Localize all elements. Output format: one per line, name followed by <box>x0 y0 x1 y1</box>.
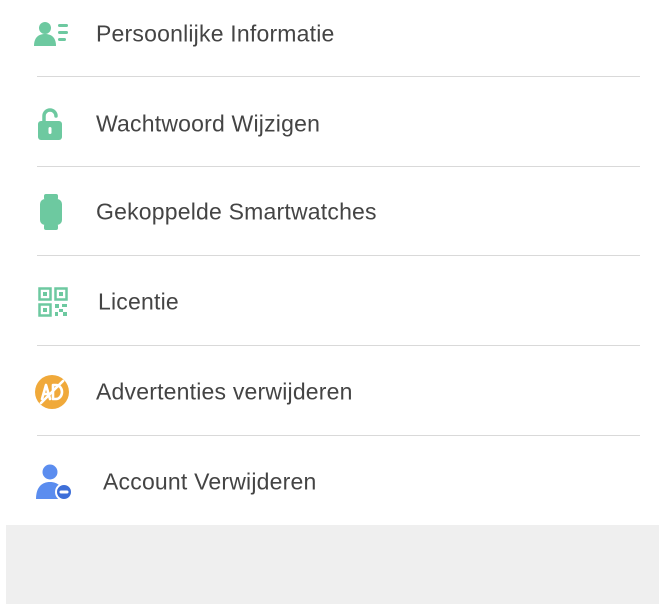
menu-item-delete-account[interactable]: Account Verwijderen <box>0 438 659 526</box>
lock-icon <box>38 108 62 140</box>
menu-item-license[interactable]: Licentie <box>0 258 659 346</box>
divider <box>37 345 640 346</box>
footer-area <box>6 525 659 604</box>
menu-item-change-password[interactable]: Wachtwoord Wijzigen <box>0 80 659 168</box>
divider <box>37 76 640 77</box>
account-settings-menu: Persoonlijke Informatie Wachtwoord Wijzi… <box>0 0 659 524</box>
menu-item-label: Account Verwijderen <box>103 468 317 495</box>
person-info-icon <box>34 22 68 46</box>
smartwatch-icon <box>40 194 62 230</box>
menu-item-label: Licentie <box>98 288 179 315</box>
menu-item-label: Persoonlijke Informatie <box>96 20 335 47</box>
no-ads-icon <box>35 375 69 409</box>
menu-item-linked-smartwatches[interactable]: Gekoppelde Smartwatches <box>0 168 659 256</box>
remove-account-icon <box>36 464 73 501</box>
divider <box>37 255 640 256</box>
divider <box>37 435 640 436</box>
menu-item-label: Advertenties verwijderen <box>96 378 353 405</box>
divider <box>37 166 640 167</box>
menu-item-remove-ads[interactable]: Advertenties verwijderen <box>0 348 659 436</box>
menu-item-personal-info[interactable]: Persoonlijke Informatie <box>0 0 659 78</box>
menu-item-label: Gekoppelde Smartwatches <box>96 198 377 225</box>
qr-code-icon <box>38 287 68 317</box>
menu-item-label: Wachtwoord Wijzigen <box>96 110 321 137</box>
